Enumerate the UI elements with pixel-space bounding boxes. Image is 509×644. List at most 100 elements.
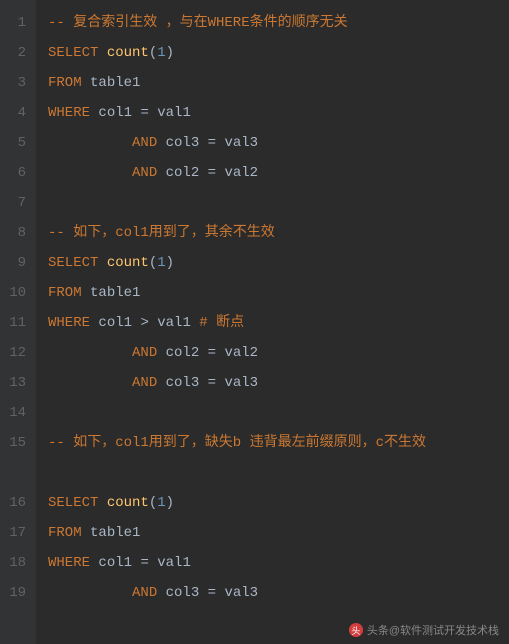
- line-number: 7: [0, 188, 26, 218]
- kw-and: AND: [132, 135, 166, 151]
- val: val1: [157, 315, 199, 331]
- line-number: 8: [0, 218, 26, 248]
- code-line: WHERE col1 > val1 # 断点: [48, 308, 509, 338]
- col: col3: [166, 135, 208, 151]
- kw-select: SELECT: [48, 255, 107, 271]
- watermark: 头 头条@软件测试开发技术栈: [349, 622, 499, 638]
- line-number: 10: [0, 278, 26, 308]
- code-line: SELECT count(1): [48, 488, 509, 518]
- pad: [48, 345, 132, 361]
- line-number: 17: [0, 518, 26, 548]
- kw-and: AND: [132, 585, 166, 601]
- col: col1: [98, 315, 140, 331]
- code-line: AND col3 = val3: [48, 368, 509, 398]
- line-number: 6: [0, 158, 26, 188]
- op: =: [208, 165, 225, 181]
- num-literal: 1: [157, 495, 165, 511]
- line-number: 9: [0, 248, 26, 278]
- watermark-icon: 头: [349, 623, 363, 637]
- line-number: 3: [0, 68, 26, 98]
- num-literal: 1: [157, 45, 165, 61]
- kw-from: FROM: [48, 75, 90, 91]
- line-number: 13: [0, 368, 26, 398]
- pad: [48, 135, 132, 151]
- code-line: AND col2 = val2: [48, 338, 509, 368]
- table-name: table1: [90, 525, 140, 541]
- op: =: [208, 135, 225, 151]
- kw-and: AND: [132, 345, 166, 361]
- code-line: -- 如下，col1用到了，缺失b 违背最左前缀原则，c不生效: [48, 428, 509, 488]
- line-number: 11: [0, 308, 26, 338]
- sql-comment: -- 复合索引生效 ，与在WHERE条件的顺序无关: [48, 15, 348, 31]
- code-line-empty: [48, 398, 509, 428]
- line-gutter: 1 2 3 4 5 6 7 8 9 10 11 12 13 14 15 16 1…: [0, 0, 36, 644]
- col: col1: [98, 555, 140, 571]
- kw-where: WHERE: [48, 105, 98, 121]
- pad: [48, 165, 132, 181]
- code-line: FROM table1: [48, 68, 509, 98]
- kw-from: FROM: [48, 285, 90, 301]
- val: val3: [224, 375, 258, 391]
- fn-count: count: [107, 495, 149, 511]
- col: col2: [166, 165, 208, 181]
- code-line: AND col3 = val3: [48, 578, 509, 608]
- op: =: [208, 585, 225, 601]
- line-number: 12: [0, 338, 26, 368]
- col: col3: [166, 375, 208, 391]
- code-line: SELECT count(1): [48, 38, 509, 68]
- code-line: SELECT count(1): [48, 248, 509, 278]
- kw-where: WHERE: [48, 315, 98, 331]
- paren: (: [149, 495, 157, 511]
- kw-and: AND: [132, 165, 166, 181]
- val: val2: [224, 165, 258, 181]
- kw-select: SELECT: [48, 495, 107, 511]
- val: val2: [224, 345, 258, 361]
- line-number: 4: [0, 98, 26, 128]
- paren: ): [166, 45, 174, 61]
- op: =: [208, 345, 225, 361]
- inline-comment: # 断点: [199, 315, 244, 331]
- code-line-empty: [48, 188, 509, 218]
- sql-comment: -- 如下，col1用到了，其余不生效: [48, 225, 275, 241]
- watermark-text: 头条@软件测试开发技术栈: [367, 622, 499, 638]
- paren: (: [149, 45, 157, 61]
- code-line: -- 复合索引生效 ，与在WHERE条件的顺序无关: [48, 8, 509, 38]
- val: val1: [157, 105, 191, 121]
- pad: [48, 585, 132, 601]
- line-number: 5: [0, 128, 26, 158]
- paren: ): [166, 255, 174, 271]
- table-name: table1: [90, 285, 140, 301]
- code-line: FROM table1: [48, 518, 509, 548]
- line-number: 2: [0, 38, 26, 68]
- val: val1: [157, 555, 191, 571]
- val: val3: [224, 135, 258, 151]
- code-line: WHERE col1 = val1: [48, 98, 509, 128]
- num-literal: 1: [157, 255, 165, 271]
- op: =: [140, 555, 157, 571]
- line-number: 15: [0, 428, 26, 488]
- fn-count: count: [107, 255, 149, 271]
- op: =: [140, 105, 157, 121]
- line-number: 16: [0, 488, 26, 518]
- kw-and: AND: [132, 375, 166, 391]
- code-area[interactable]: -- 复合索引生效 ，与在WHERE条件的顺序无关 SELECT count(1…: [36, 0, 509, 644]
- line-number: 18: [0, 548, 26, 578]
- col: col2: [166, 345, 208, 361]
- sql-comment: -- 如下，col1用到了，缺失b 违背最左前缀原则，c不生效: [48, 435, 426, 451]
- kw-where: WHERE: [48, 555, 98, 571]
- code-editor: 1 2 3 4 5 6 7 8 9 10 11 12 13 14 15 16 1…: [0, 0, 509, 644]
- line-number: 19: [0, 578, 26, 608]
- code-line: FROM table1: [48, 278, 509, 308]
- paren: (: [149, 255, 157, 271]
- kw-from: FROM: [48, 525, 90, 541]
- code-line: WHERE col1 = val1: [48, 548, 509, 578]
- kw-select: SELECT: [48, 45, 107, 61]
- col: col3: [166, 585, 208, 601]
- val: val3: [224, 585, 258, 601]
- line-number: 1: [0, 8, 26, 38]
- paren: ): [166, 495, 174, 511]
- line-number: 14: [0, 398, 26, 428]
- fn-count: count: [107, 45, 149, 61]
- pad: [48, 375, 132, 391]
- op: =: [208, 375, 225, 391]
